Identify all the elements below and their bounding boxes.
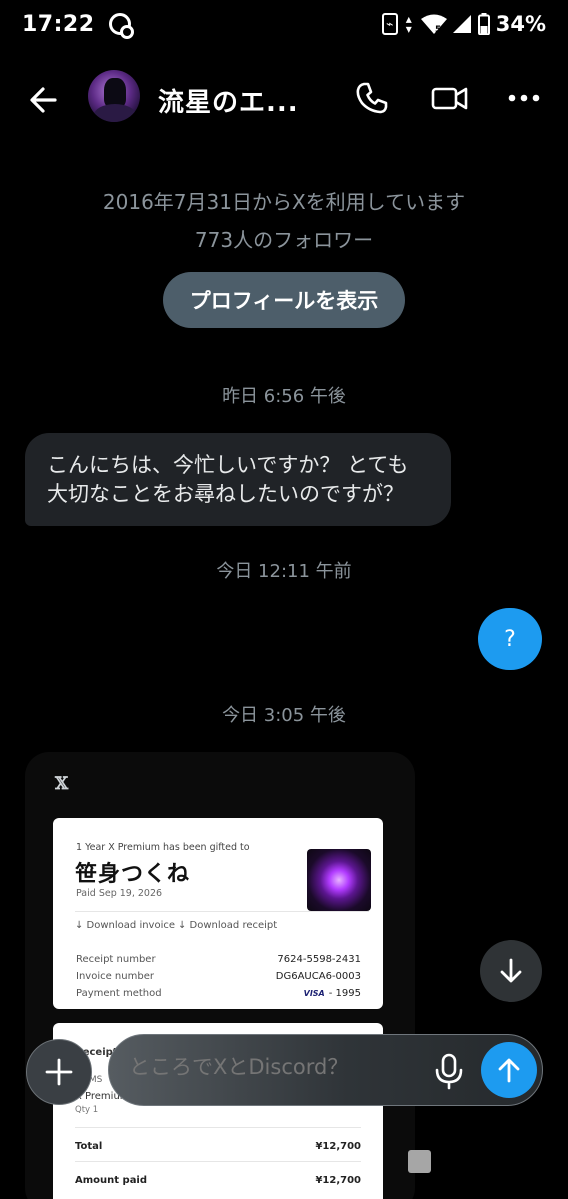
video-call-button[interactable]: [430, 78, 470, 118]
more-dots-icon: [508, 94, 540, 102]
plus-icon: [45, 1058, 73, 1086]
arrow-down-icon: [500, 958, 522, 983]
avatar[interactable]: [88, 70, 140, 122]
followers-count: 773人のフォロワー: [194, 228, 374, 252]
divider: [75, 911, 369, 912]
timestamp: 今日 3:05 午後: [222, 705, 346, 726]
payment-method-row: Payment method VISA - 1995: [76, 988, 361, 999]
timestamp: 今日 12:11 午前: [216, 561, 352, 582]
invoice-number-value: DG6AUCA6-0003: [275, 971, 361, 982]
call-button[interactable]: [352, 78, 392, 118]
divider: [75, 1127, 361, 1128]
message-composer: [108, 1034, 543, 1106]
image-attachment[interactable]: 𝕏 1 Year X Premium has been gifted to 笹身…: [25, 752, 415, 1199]
status-time: 17:22: [22, 11, 95, 37]
status-icons: ⌁ ▴ ▾ 5 34%: [381, 12, 546, 36]
divider: [75, 1161, 361, 1162]
paid-date: Paid Sep 19, 2026: [76, 888, 163, 899]
message-line: こんにちは、今忙しいですか？ とても: [47, 453, 409, 477]
total-label: Total: [75, 1141, 103, 1152]
message-input[interactable]: [129, 1055, 419, 1079]
status-bar: 17:22 ⌁ ▴ ▾ 5 34%: [0, 0, 568, 48]
microphone-icon: [435, 1053, 463, 1090]
battery-icon: [477, 13, 490, 35]
scroll-to-bottom-button[interactable]: [480, 940, 542, 1002]
receipt-number-row: Receipt number 7624-5598-2431: [76, 954, 361, 965]
recipient-name: 笹身つくね: [75, 862, 191, 887]
recipient-thumbnail: [307, 849, 371, 911]
outgoing-message[interactable]: ?: [478, 608, 542, 670]
add-attachment-button[interactable]: [26, 1039, 92, 1105]
download-receipt-link: ↓ Download receipt: [178, 920, 278, 931]
network-badge: 5: [435, 25, 441, 35]
card-last-digits: - 1995: [328, 988, 361, 999]
payment-method-value: VISA - 1995: [304, 988, 361, 999]
notification-app-icon: [108, 13, 134, 39]
amount-paid-value: ¥12,700: [315, 1175, 361, 1186]
receipt-number-value: 7624-5598-2431: [277, 954, 361, 965]
visa-logo: VISA: [303, 989, 325, 998]
view-profile-button[interactable]: プロフィールを表示: [163, 272, 405, 328]
send-button[interactable]: [481, 1042, 537, 1098]
incoming-message[interactable]: こんにちは、今忙しいですか？ とても 大切なことをお尋ねしたいのですが？: [25, 433, 451, 526]
more-button[interactable]: [506, 78, 546, 118]
item-qty: Qty 1: [75, 1105, 99, 1115]
conversation-header: 流星のエ...: [0, 58, 568, 138]
invoice-number-row: Invoice number DG6AUCA6-0003: [76, 971, 361, 982]
gift-line: 1 Year X Premium has been gifted to: [76, 842, 250, 853]
amount-paid-label: Amount paid: [75, 1175, 148, 1186]
cell-signal-icon: [452, 14, 472, 34]
total-row: Total ¥12,700: [75, 1141, 361, 1152]
x-logo: 𝕏: [55, 774, 69, 794]
amount-paid-row: Amount paid ¥12,700: [75, 1175, 361, 1186]
stop-square-icon[interactable]: [408, 1150, 431, 1173]
arrow-left-icon: [30, 87, 57, 113]
total-value: ¥12,700: [315, 1141, 361, 1152]
timestamp: 昨日 6:56 午後: [222, 386, 346, 407]
arrow-up-icon: [498, 1058, 520, 1083]
member-since-text: 2016年7月31日からXを利用しています: [102, 190, 466, 214]
wifi-icon: 5: [420, 13, 447, 35]
invoice-number-label: Invoice number: [76, 971, 154, 982]
battery-percent: 34%: [495, 12, 546, 36]
message-line: 大切なことをお尋ねしたいのですが？: [47, 482, 404, 506]
video-camera-icon: [431, 87, 468, 110]
phone-icon: [356, 82, 388, 114]
receipt-number-label: Receipt number: [76, 954, 156, 965]
conversation-title[interactable]: 流星のエ...: [158, 82, 299, 119]
payment-method-label: Payment method: [76, 988, 162, 999]
data-arrows-icon: ▴ ▾: [405, 12, 412, 36]
back-button[interactable]: [24, 80, 64, 120]
download-invoice-link: ↓ Download invoice: [75, 920, 176, 931]
nfc-icon: ⌁: [381, 13, 398, 35]
voice-message-button[interactable]: [432, 1051, 466, 1091]
gift-receipt-card: 1 Year X Premium has been gifted to 笹身つく…: [53, 818, 383, 1009]
